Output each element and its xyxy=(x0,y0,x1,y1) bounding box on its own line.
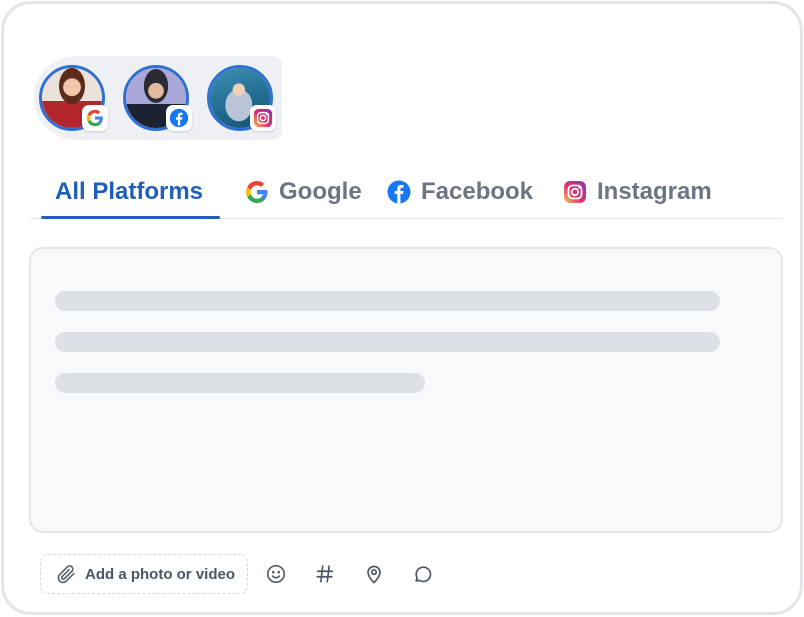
tab-all-platforms[interactable]: All Platforms xyxy=(55,164,203,219)
hashtag-button[interactable] xyxy=(312,561,338,587)
instagram-icon xyxy=(563,180,587,204)
tab-instagram[interactable]: Instagram xyxy=(563,164,712,219)
post-editor[interactable] xyxy=(29,247,783,533)
account-avatars xyxy=(34,56,282,140)
skeleton-line xyxy=(55,291,720,311)
emoji-button[interactable] xyxy=(263,561,289,587)
location-pin-icon xyxy=(363,563,385,585)
comment-button[interactable] xyxy=(410,561,436,587)
add-media-label: Add a photo or video xyxy=(85,565,235,583)
add-media-button[interactable]: Add a photo or video xyxy=(40,554,248,594)
emoji-icon xyxy=(265,563,287,585)
paperclip-icon xyxy=(55,563,77,585)
facebook-badge-icon xyxy=(166,105,192,131)
skeleton-line xyxy=(55,373,425,393)
tab-google[interactable]: Google xyxy=(245,164,362,219)
instagram-badge-icon xyxy=(250,105,276,131)
tab-label: Instagram xyxy=(597,177,712,205)
hashtag-icon xyxy=(314,563,336,585)
active-tab-indicator xyxy=(41,216,220,219)
google-icon xyxy=(245,180,269,204)
tab-facebook[interactable]: Facebook xyxy=(387,164,533,219)
tab-label: Google xyxy=(279,177,362,205)
location-button[interactable] xyxy=(361,561,387,587)
tab-label: All Platforms xyxy=(55,177,204,205)
tab-label: Facebook xyxy=(421,177,534,205)
facebook-icon xyxy=(387,180,411,204)
platform-tabs: All Platforms Google Facebook Instagram xyxy=(30,164,782,219)
google-badge-icon xyxy=(82,105,108,131)
post-composer-card: All Platforms Google Facebook Instagram … xyxy=(1,1,803,615)
comment-icon xyxy=(412,563,434,585)
skeleton-line xyxy=(55,332,720,352)
